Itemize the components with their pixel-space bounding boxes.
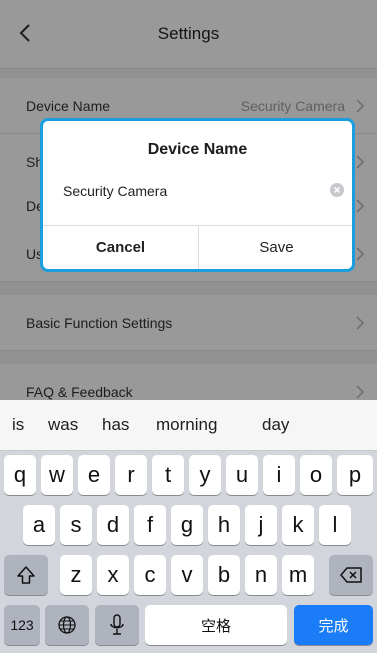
key-h[interactable]: h bbox=[208, 505, 240, 545]
device-name-dialog: Device Name Cancel Save bbox=[40, 118, 355, 272]
key-g[interactable]: g bbox=[171, 505, 203, 545]
suggestion-item[interactable]: was bbox=[48, 415, 78, 435]
key-z[interactable]: z bbox=[60, 555, 92, 595]
backspace-icon bbox=[340, 567, 362, 583]
key-s[interactable]: s bbox=[60, 505, 92, 545]
key-k[interactable]: k bbox=[282, 505, 314, 545]
key-m[interactable]: m bbox=[282, 555, 314, 595]
key-v[interactable]: v bbox=[171, 555, 203, 595]
globe-key[interactable] bbox=[45, 605, 89, 645]
key-i[interactable]: i bbox=[263, 455, 295, 495]
key-l[interactable]: l bbox=[319, 505, 351, 545]
clear-icon[interactable] bbox=[330, 183, 344, 197]
key-q[interactable]: q bbox=[4, 455, 36, 495]
key-p[interactable]: p bbox=[337, 455, 373, 495]
microphone-icon bbox=[110, 614, 124, 635]
key-f[interactable]: f bbox=[134, 505, 166, 545]
space-key[interactable]: 空格 bbox=[145, 605, 287, 645]
globe-icon bbox=[58, 616, 76, 634]
suggestion-bar: is was has morning day bbox=[0, 400, 377, 451]
device-name-input[interactable] bbox=[61, 173, 327, 209]
key-d[interactable]: d bbox=[97, 505, 129, 545]
suggestion-item[interactable]: morning bbox=[156, 415, 217, 435]
suggestion-item[interactable]: has bbox=[102, 415, 129, 435]
key-j[interactable]: j bbox=[245, 505, 277, 545]
key-t[interactable]: t bbox=[152, 455, 184, 495]
keyboard: is was has morning day q w e r t y u i o… bbox=[0, 400, 377, 653]
dictation-key[interactable] bbox=[95, 605, 139, 645]
suggestion-item[interactable]: is bbox=[12, 415, 24, 435]
done-key[interactable]: 完成 bbox=[294, 605, 373, 645]
shift-icon bbox=[17, 566, 35, 584]
key-x[interactable]: x bbox=[97, 555, 129, 595]
numbers-key[interactable]: 123 bbox=[4, 605, 40, 645]
key-r[interactable]: r bbox=[115, 455, 147, 495]
key-o[interactable]: o bbox=[300, 455, 332, 495]
key-e[interactable]: e bbox=[78, 455, 110, 495]
key-y[interactable]: y bbox=[189, 455, 221, 495]
key-c[interactable]: c bbox=[134, 555, 166, 595]
cancel-button[interactable]: Cancel bbox=[43, 226, 198, 269]
key-a[interactable]: a bbox=[23, 505, 55, 545]
shift-key[interactable] bbox=[4, 555, 48, 595]
key-n[interactable]: n bbox=[245, 555, 277, 595]
key-b[interactable]: b bbox=[208, 555, 240, 595]
key-w[interactable]: w bbox=[41, 455, 73, 495]
suggestion-item[interactable]: day bbox=[262, 415, 289, 435]
dialog-title: Device Name bbox=[147, 141, 248, 158]
save-button[interactable]: Save bbox=[199, 226, 352, 269]
key-u[interactable]: u bbox=[226, 455, 258, 495]
backspace-key[interactable] bbox=[329, 555, 373, 595]
